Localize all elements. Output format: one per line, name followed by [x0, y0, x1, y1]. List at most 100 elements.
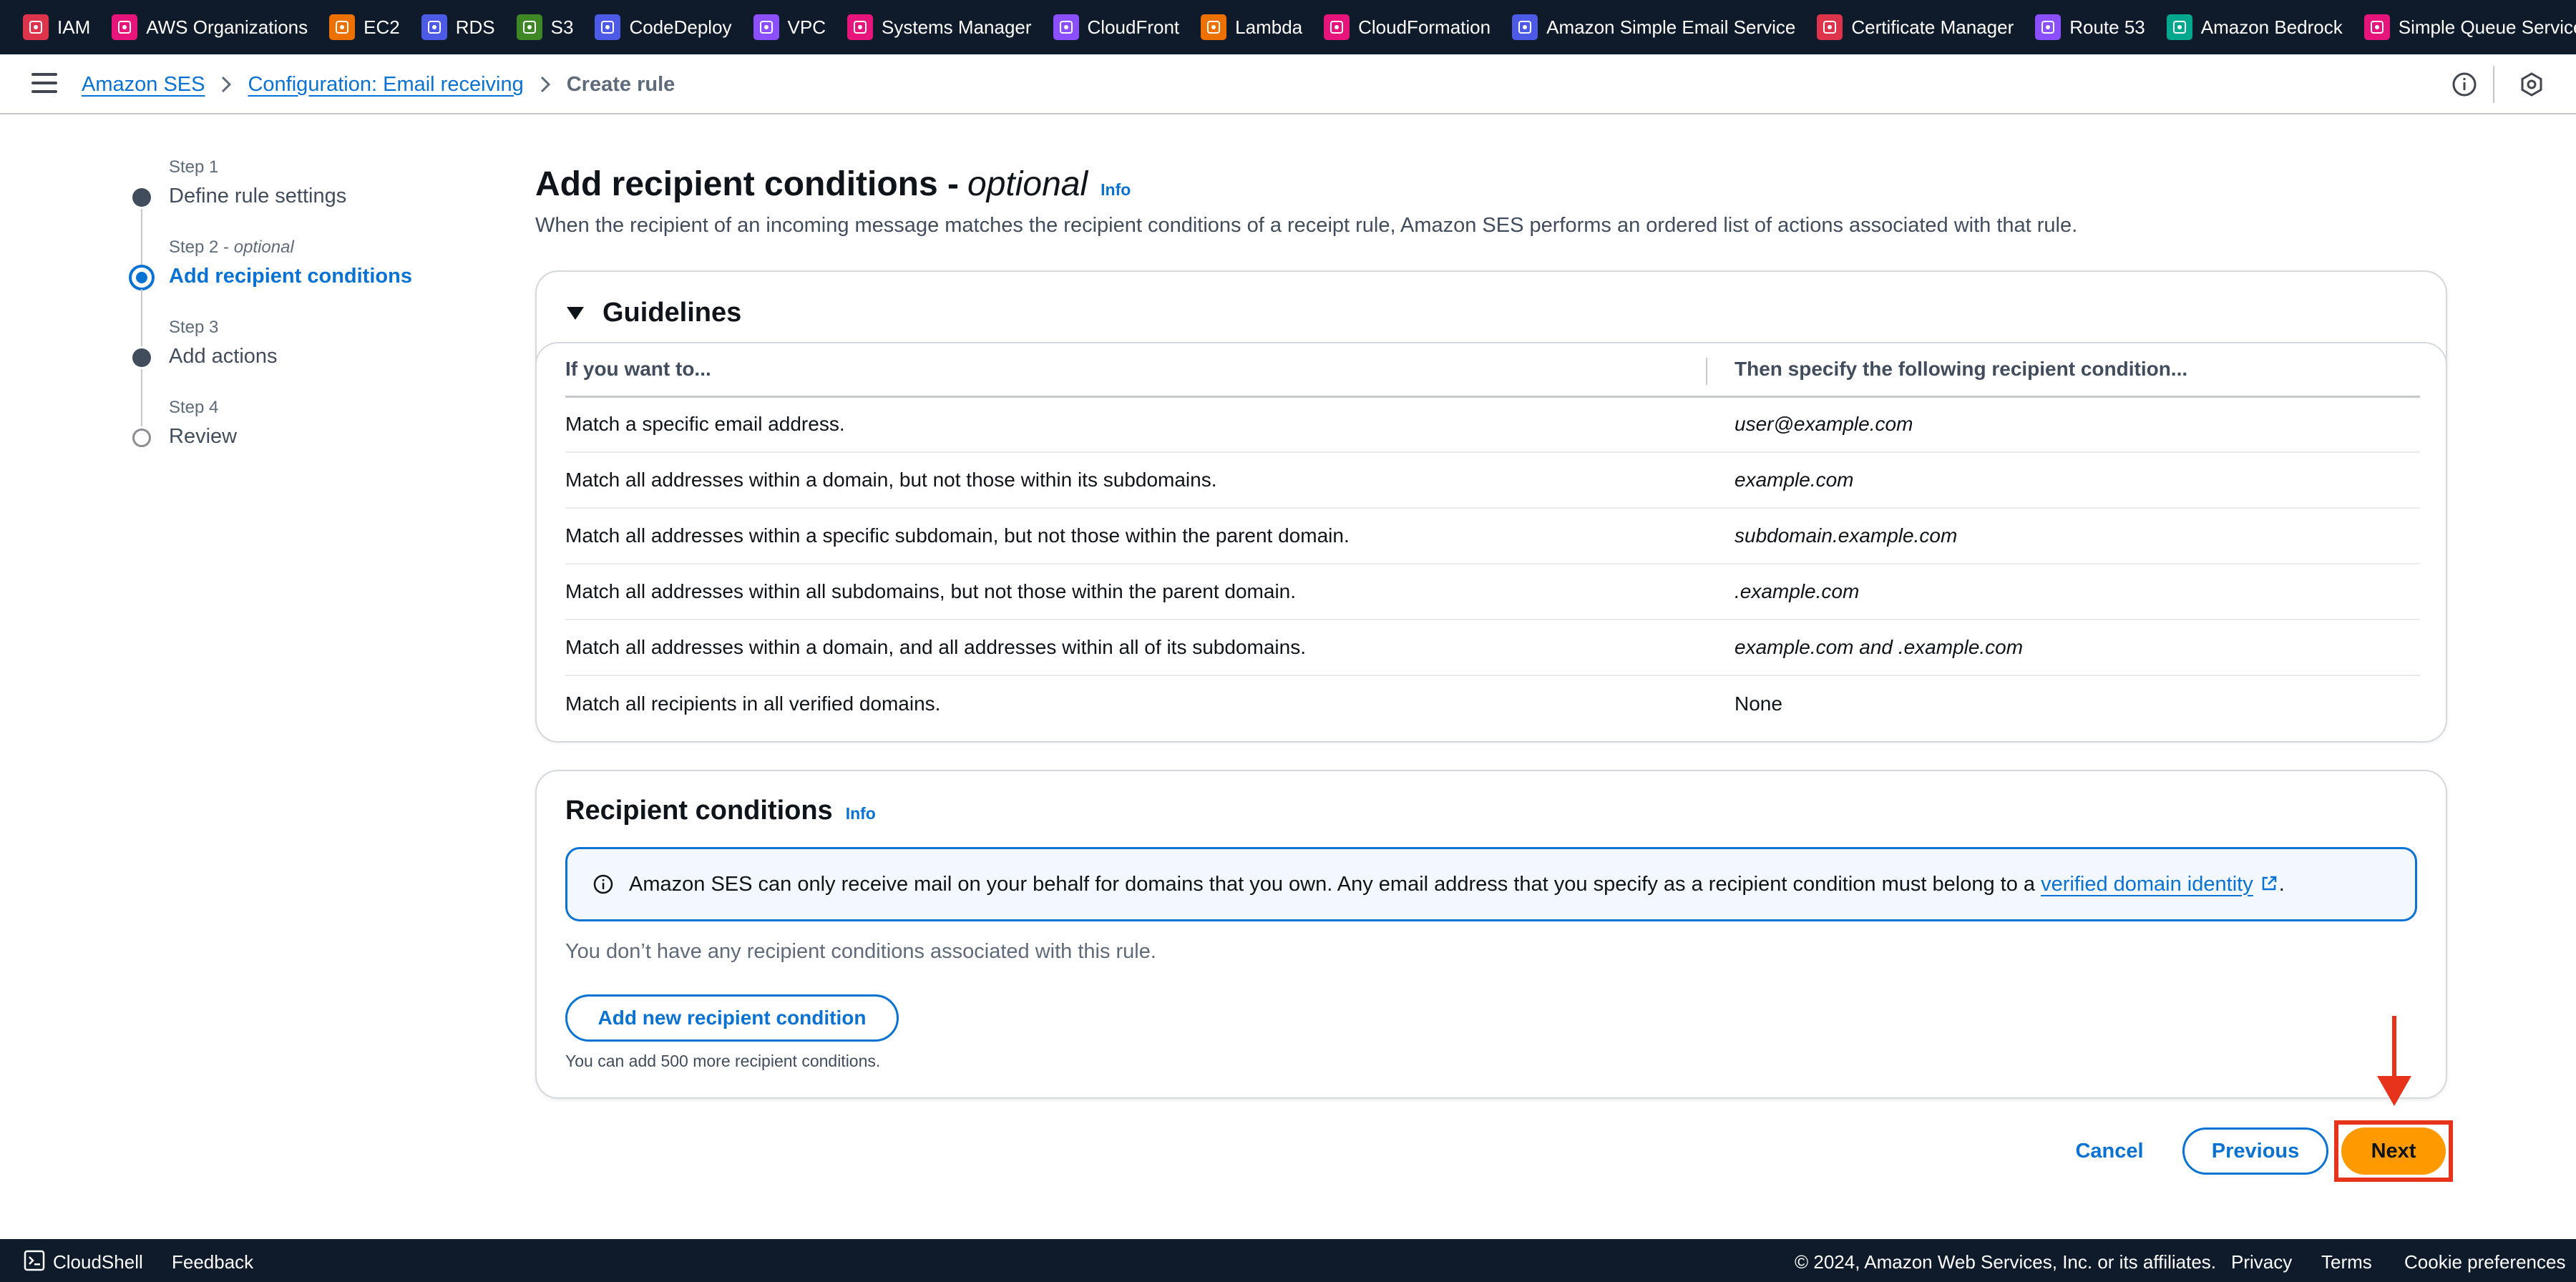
condition-cell: example.com and .example.com [1706, 620, 2420, 676]
condition-cell: subdomain.example.com [1706, 508, 2420, 564]
limit-hint: You can add 500 more recipient condition… [565, 1052, 881, 1070]
favorite-label: S3 [550, 16, 574, 38]
step-title-define-rule-settings[interactable]: Define rule settings [169, 185, 346, 208]
favorite-label: RDS [455, 16, 495, 38]
sqs-icon [2363, 14, 2390, 40]
guidelines-toggle[interactable]: Guidelines [567, 298, 741, 328]
step-title-add-actions[interactable]: Add actions [169, 345, 278, 368]
condition-cell: None [1735, 692, 1782, 715]
table-row: Match all addresses within all subdomain… [565, 564, 2420, 620]
favorite-codedeploy[interactable]: CodeDeploy [595, 14, 732, 40]
recipient-conditions-panel: Recipient conditions Info Amazon SES can… [535, 770, 2447, 1099]
step-1: Step 1 Define rule settings [127, 155, 499, 266]
want-cell: Match a specific email address. [565, 396, 1706, 453]
table-row: Match all addresses within a domain, and… [565, 620, 2420, 676]
bedrock-icon [2166, 14, 2192, 40]
favorite-label: Amazon Simple Email Service [1546, 16, 1796, 38]
organizations-icon [112, 14, 138, 40]
step-3: Step 3 Add actions [127, 315, 499, 426]
cloudshell-icon[interactable] [23, 1249, 46, 1272]
favorite-iam[interactable]: IAM [23, 14, 90, 40]
lambda-icon [1201, 14, 1227, 40]
alert-message: Amazon SES can only receive mail on your… [629, 872, 2036, 896]
favorite-lambda[interactable]: Lambda [1201, 14, 1302, 40]
breadcrumb-email-receiving[interactable]: Configuration: Email receiving [248, 73, 523, 97]
route53-icon [2035, 14, 2062, 40]
favorite-certificate-manager[interactable]: Certificate Manager [1817, 14, 2014, 40]
favorite-label: Amazon Bedrock [2200, 16, 2343, 38]
table-row: Match a specific email address. user@exam… [565, 396, 2420, 453]
step-number: Step 2 - optional [169, 238, 294, 257]
favorite-label: Simple Queue Service [2398, 16, 2576, 38]
step-4: Step 4 Review [127, 395, 499, 475]
annotation-highlight-box [2334, 1120, 2453, 1182]
favorite-organizations[interactable]: AWS Organizations [112, 14, 308, 40]
alert-text: Amazon SES can only receive mail on your… [629, 873, 2285, 896]
info-icon[interactable] [2450, 70, 2479, 99]
favorite-label: EC2 [364, 16, 400, 38]
verified-domain-identity-link[interactable]: verified domain identity [2041, 873, 2279, 896]
breadcrumb-amazon-ses[interactable]: Amazon SES [82, 73, 205, 97]
want-cell: Match all addresses within a domain, and… [565, 620, 1706, 676]
alert-end: . [2278, 872, 2285, 896]
favorites-bar: IAM AWS Organizations EC2 RDS S3 CodeDeploy VP… [0, 0, 2576, 54]
info-link[interactable]: Info [846, 804, 876, 823]
column-header: Then specify the following recipient con… [1706, 343, 2420, 398]
favorite-label: VPC [787, 16, 826, 38]
favorite-label: Systems Manager [882, 16, 1032, 38]
s3-icon [516, 14, 542, 40]
cloudshell-link[interactable]: CloudShell [53, 1251, 143, 1273]
condition-cell: user@example.com [1706, 396, 2420, 453]
favorite-label: CodeDeploy [629, 16, 732, 38]
info-circle-icon [593, 874, 613, 894]
step-done-dot [132, 348, 151, 367]
table-header-row: If you want to... Then specify the follo… [565, 343, 2420, 398]
favorite-label: Certificate Manager [1851, 16, 2014, 38]
favorite-bedrock[interactable]: Amazon Bedrock [2166, 14, 2343, 40]
caret-down-icon [567, 306, 584, 320]
favorite-ec2[interactable]: EC2 [329, 14, 400, 40]
favorite-cloudformation[interactable]: CloudFormation [1324, 14, 1491, 40]
info-link[interactable]: Info [1101, 180, 1131, 200]
favorite-cloudfront[interactable]: CloudFront [1053, 14, 1180, 40]
favorite-label: CloudFront [1087, 16, 1180, 38]
page-description: When the recipient of an incoming messag… [535, 214, 2078, 237]
breadcrumb: Amazon SES Configuration: Email receivin… [82, 54, 675, 114]
certificate-manager-icon [1817, 14, 1843, 40]
step-optional-label: optional [233, 238, 294, 257]
condition-cell: example.com [1706, 452, 2420, 509]
empty-state-text: You don’t have any recipient conditions … [565, 940, 1156, 963]
menu-icon[interactable] [31, 73, 57, 96]
chevron-right-icon [219, 74, 233, 94]
favorite-rds[interactable]: RDS [421, 14, 495, 40]
page-header: Add recipient conditions - optional Info… [535, 165, 2447, 238]
cancel-button[interactable]: Cancel [2054, 1127, 2165, 1175]
column-header: If you want to... [565, 343, 1706, 398]
favorite-label: IAM [57, 16, 91, 38]
previous-button[interactable]: Previous [2182, 1127, 2328, 1175]
favorite-systems-manager[interactable]: Systems Manager [847, 14, 1032, 40]
ses-icon [1512, 14, 1538, 40]
guidelines-table: If you want to... Then specify the follo… [565, 343, 2420, 731]
favorite-sqs[interactable]: Simple Queue Service [2363, 14, 2576, 40]
want-cell: Match all addresses within all subdomain… [565, 564, 1706, 620]
favorite-ses[interactable]: Amazon Simple Email Service [1512, 14, 1795, 40]
external-link-icon [2262, 876, 2276, 890]
want-cell: Match all addresses within a specific su… [565, 508, 1706, 564]
favorite-s3[interactable]: S3 [516, 14, 574, 40]
settings-icon[interactable] [2517, 70, 2546, 99]
add-new-recipient-condition-button[interactable]: Add new recipient condition [565, 994, 899, 1042]
privacy-link[interactable]: Privacy [2231, 1251, 2292, 1273]
step-pending-dot [132, 429, 151, 447]
favorite-route53[interactable]: Route 53 [2035, 14, 2145, 40]
terms-link[interactable]: Terms [2321, 1251, 2372, 1273]
step-2: Step 2 - optional Add recipient conditio… [127, 235, 499, 346]
guidelines-title: Guidelines [602, 298, 742, 328]
feedback-link[interactable]: Feedback [172, 1251, 253, 1273]
chevron-right-icon [538, 74, 552, 94]
link-label[interactable]: verified domain identity [2041, 873, 2253, 896]
cookie-preferences-link[interactable]: Cookie preferences [2404, 1251, 2565, 1273]
cloudfront-icon [1053, 14, 1079, 40]
favorite-label: Route 53 [2069, 16, 2145, 38]
favorite-vpc[interactable]: VPC [753, 14, 826, 40]
